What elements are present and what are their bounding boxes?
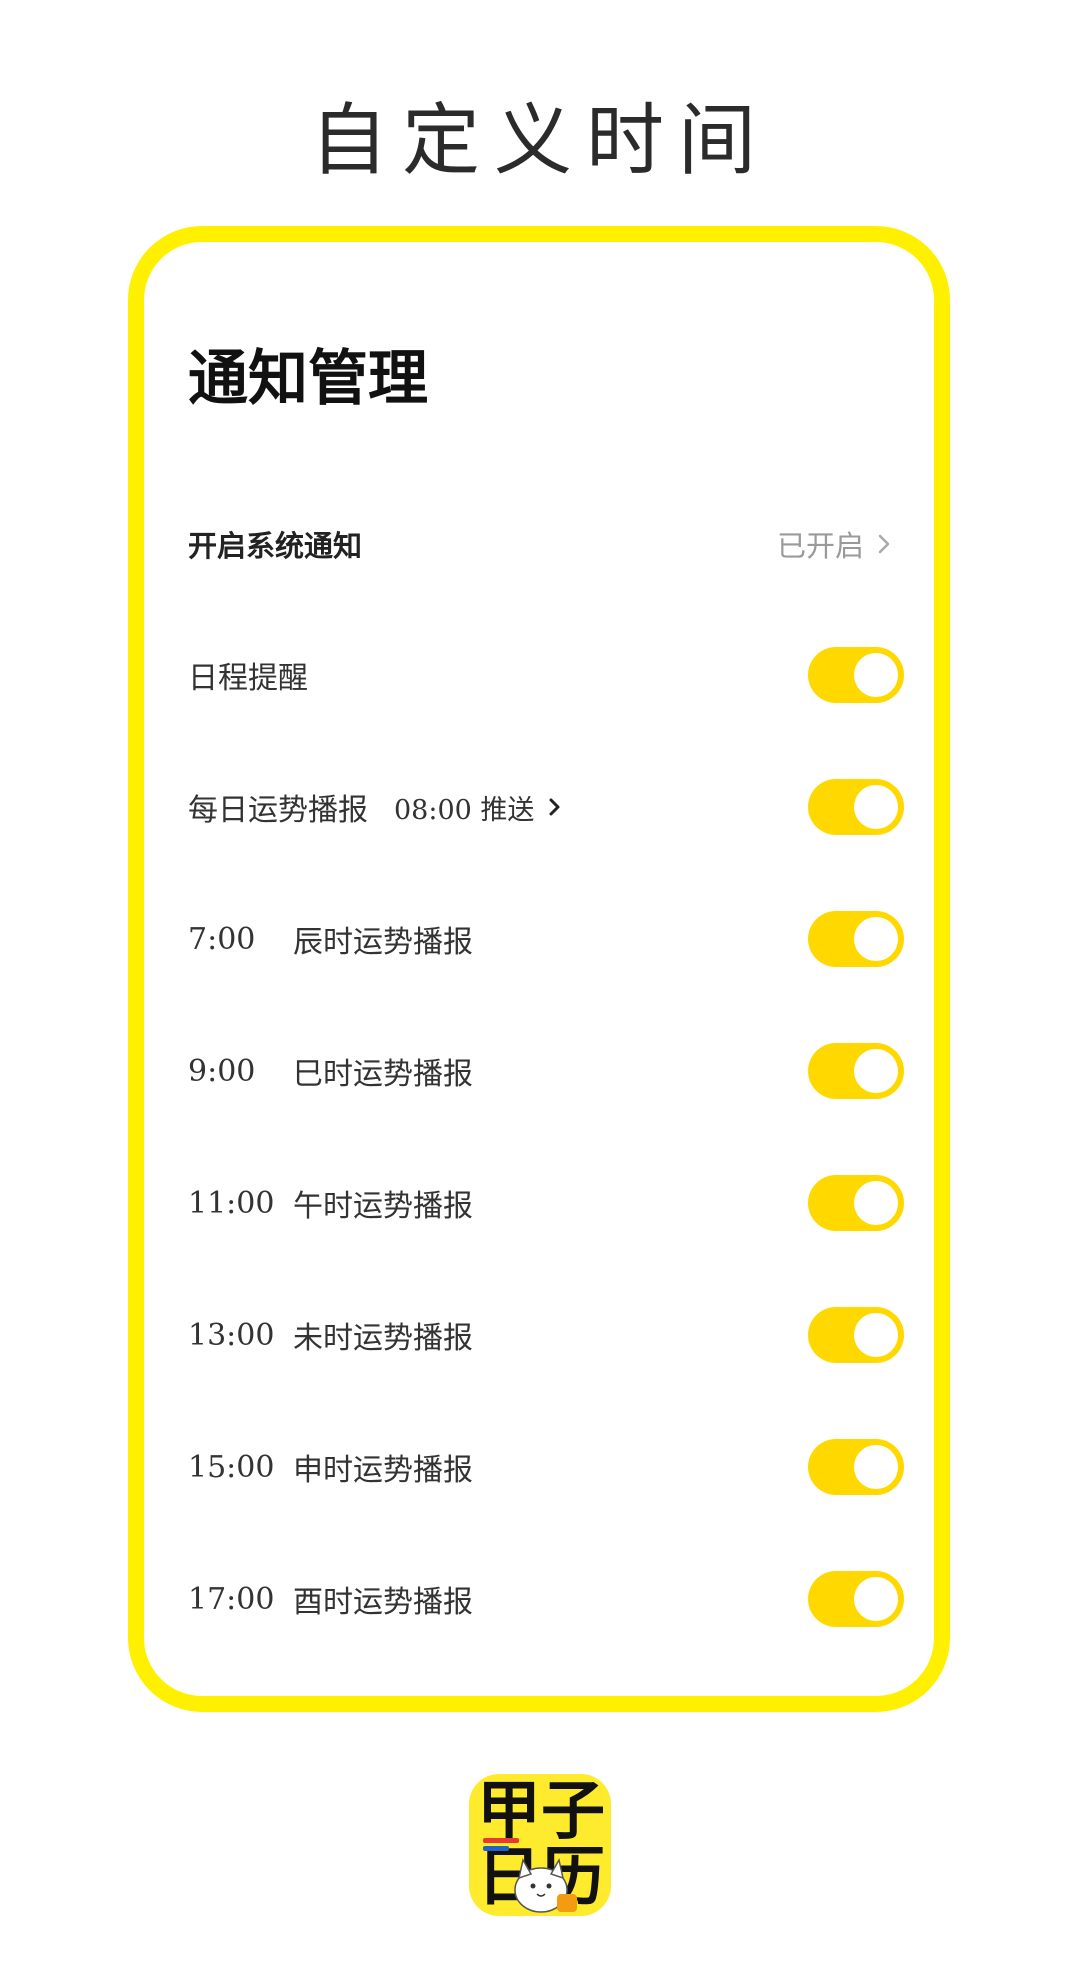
hour-item-toggle[interactable] [808, 1175, 904, 1231]
hour-item-row: 9:00 巳时运势播报 [188, 1031, 904, 1111]
schedule-reminder-row: 日程提醒 [188, 635, 904, 715]
hour-item-row: 13:00 未时运势播报 [188, 1295, 904, 1375]
daily-fortune-label: 每日运势播报 [188, 793, 368, 828]
toggle-knob [854, 653, 898, 697]
hour-item-toggle[interactable] [808, 1571, 904, 1627]
hour-item-time: 9:00 [188, 1053, 256, 1089]
daily-fortune-time-link[interactable]: 08:00 推送 [394, 787, 574, 827]
hour-item-label: 巳时运势播报 [293, 1057, 473, 1092]
hour-item-time: 17:00 [188, 1581, 275, 1617]
daily-fortune-toggle[interactable] [808, 779, 904, 835]
notification-screen: 通知管理 开启系统通知 已开启 日程提醒 每日运势播报 08:00 推送 7:0… [144, 242, 934, 1696]
toggle-knob [854, 785, 898, 829]
hour-item-toggle[interactable] [808, 1043, 904, 1099]
hour-item-toggle[interactable] [808, 911, 904, 967]
toggle-knob [854, 1313, 898, 1357]
promo-title: 自定义时间 [309, 96, 770, 186]
hour-item-row: 11:00 午时运势播报 [188, 1163, 904, 1243]
hour-item-label: 申时运势播报 [293, 1453, 473, 1488]
toggle-knob [854, 1049, 898, 1093]
system-notification-label: 开启系统通知 [188, 529, 363, 563]
hour-item-time: 15:00 [188, 1449, 275, 1485]
schedule-reminder-toggle[interactable] [808, 647, 904, 703]
hour-item-label: 未时运势播报 [293, 1321, 473, 1356]
toggle-knob [854, 1577, 898, 1621]
schedule-reminder-label: 日程提醒 [188, 661, 308, 696]
hour-item-time: 13:00 [188, 1317, 275, 1353]
phone-frame: 通知管理 开启系统通知 已开启 日程提醒 每日运势播报 08:00 推送 7:0… [128, 226, 950, 1712]
daily-fortune-push-time: 08:00 推送 [394, 794, 535, 826]
hour-item-time: 11:00 [188, 1185, 275, 1221]
toggle-knob [854, 917, 898, 961]
hour-item-toggle[interactable] [808, 1439, 904, 1495]
chevron-right-icon [864, 524, 904, 564]
system-notification-row[interactable]: 开启系统通知 已开启 [188, 504, 904, 584]
daily-fortune-row: 每日运势播报 08:00 推送 [188, 767, 904, 847]
hour-item-label: 辰时运势播报 [293, 925, 473, 960]
app-logo: 甲子 日历 [469, 1774, 611, 1916]
hour-item-row: 7:00 辰时运势播报 [188, 899, 904, 979]
toggle-knob [854, 1445, 898, 1489]
hour-item-toggle[interactable] [808, 1307, 904, 1363]
page-title: 通知管理 [188, 344, 428, 414]
hour-item-row: 17:00 酉时运势播报 [188, 1559, 904, 1639]
chevron-right-icon [534, 787, 574, 827]
hour-item-row: 15:00 申时运势播报 [188, 1427, 904, 1507]
hour-item-time: 7:00 [188, 921, 256, 957]
toggle-knob [854, 1181, 898, 1225]
cat-mascot-icon [483, 1838, 577, 1913]
system-notification-status: 已开启 [776, 529, 864, 563]
hour-item-label: 酉时运势播报 [293, 1585, 473, 1620]
hour-item-label: 午时运势播报 [293, 1189, 473, 1224]
